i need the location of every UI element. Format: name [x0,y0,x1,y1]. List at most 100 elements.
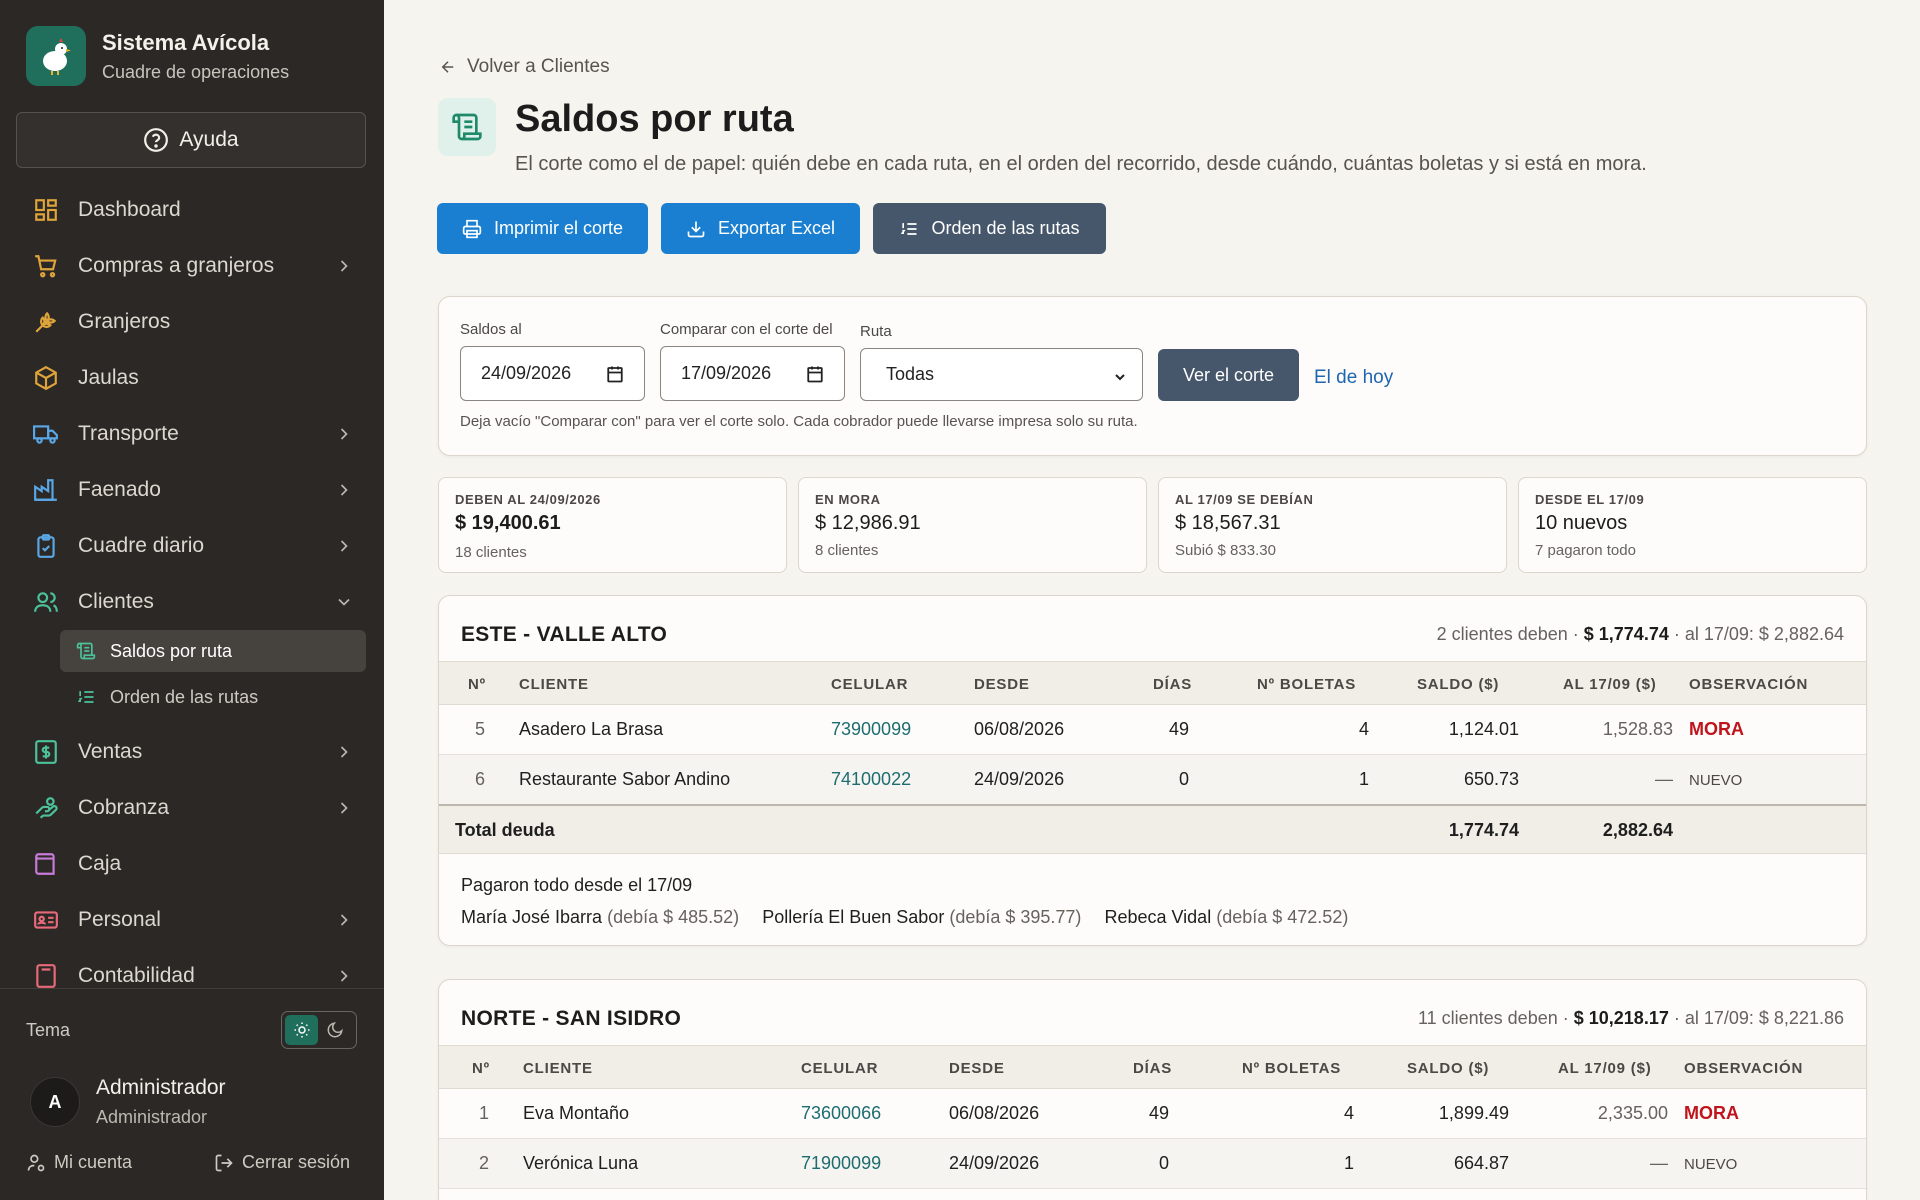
user-gear-icon [27,1154,45,1171]
nav-label: Contabilidad [78,964,195,987]
moon-icon[interactable] [318,1015,351,1045]
nav-jaulas[interactable]: Jaulas [0,350,384,406]
nav-compras[interactable]: Compras a granjeros [0,238,384,294]
sidebar: Sistema Avícola Cuadre de operaciones Ay… [0,0,384,1200]
scroll-icon [76,640,98,662]
my-account-link[interactable]: Mi cuenta [26,1152,132,1173]
export-excel-button[interactable]: Exportar Excel [661,203,860,254]
table-row[interactable]: 5 Asadero La Brasa 73900099 06/08/2026 4… [439,705,1866,755]
brand[interactable]: Sistema Avícola Cuadre de operaciones [26,26,289,86]
user-role: Administrador [96,1107,208,1127]
cell-n: 1 [479,1103,490,1123]
nav-faenado[interactable]: Faenado [0,462,384,518]
col-boletas: Nº BOLETAS [1242,1060,1342,1077]
nav-cuadre-diario[interactable]: Cuadre diario [0,518,384,574]
nav-ventas[interactable]: Ventas [0,724,384,780]
route-order-button[interactable]: Orden de las rutas [873,203,1106,254]
total-label: Total deuda [455,820,555,840]
calendar-icon[interactable] [606,365,624,383]
cell-desde: 24/09/2026 [974,769,1065,789]
chevron-right-icon [340,484,348,496]
logout-icon [215,1154,233,1171]
nav-granjeros[interactable]: Granjeros [0,294,384,350]
ver-corte-button[interactable]: Ver el corte [1158,349,1299,401]
nav-contabilidad[interactable]: Contabilidad [0,948,384,1004]
table-row[interactable]: 2 Verónica Luna 71900099 24/09/2026 0 1 … [439,1139,1866,1189]
paid-item: Pollería El Buen Sabor (debía $ 395.77) [762,907,1081,927]
factory-icon [32,476,60,504]
today-link[interactable]: El de hoy [1314,367,1393,389]
subnav-label: Orden de las rutas [110,686,259,707]
saldos-date-input[interactable]: 24/09/2026 [460,346,645,401]
nav-dashboard[interactable]: Dashboard [0,182,384,238]
cell-celular[interactable]: 73600066 [801,1103,881,1124]
help-label: Ayuda [179,128,239,151]
route-summary-prefix: 11 clientes deben · [1417,1008,1569,1028]
cell-saldo: 1,124.01 [1448,719,1519,739]
nav-caja[interactable]: Caja [0,836,384,892]
paid-name: Rebeca Vidal [1104,907,1212,927]
cell-dias: 0 [1178,769,1189,789]
paid-name: María José Ibarra [461,907,603,927]
route-summary-prefix: 2 clientes deben · [1436,624,1579,644]
paid-owed: (debía $ 395.77) [949,907,1082,927]
route-summary: 2 clientes deben · $ 1,774.74 · al 17/09… [1437,624,1844,645]
cell-boletas: 4 [1343,1103,1354,1123]
paid-owed: (debía $ 472.52) [1216,907,1349,927]
table-row[interactable]: 1 Eva Montaño 73600066 06/08/2026 49 4 1… [439,1089,1866,1139]
table-row[interactable]: 6 Restaurante Sabor Andino 74100022 24/0… [439,755,1866,805]
stat-value: $ 12,986.91 [815,512,921,534]
nav-personal[interactable]: Personal [0,892,384,948]
saldos-date-value: 24/09/2026 [481,363,572,383]
route-summary-suffix: · al 17/09: $ 8,221.86 [1673,1008,1844,1028]
printer-icon [462,219,482,238]
chevron-right-icon [340,970,348,982]
ruta-select[interactable]: Todas [860,348,1143,401]
paid-list: María José Ibarra (debía $ 485.52) Polle… [461,907,1366,928]
stat-card-debt: DEBEN AL 24/09/2026 $ 19,400.61 18 clien… [438,477,787,573]
comparar-date-input[interactable]: 17/09/2026 [660,346,845,401]
col-saldo: SALDO ($) [1407,1060,1490,1077]
nav-clientes[interactable]: Clientes [0,574,384,630]
route-card: ESTE - VALLE ALTO 2 clientes deben · $ 1… [438,595,1867,946]
back-link[interactable]: Volver a Clientes [439,56,610,78]
col-prev: AL 17/09 ($) [1563,676,1657,693]
route-card: NORTE - SAN ISIDRO 11 clientes deben · $… [438,979,1867,1200]
logout-link[interactable]: Cerrar sesión [214,1152,350,1173]
cell-cliente: Asadero La Brasa [519,719,664,739]
cell-celular[interactable]: 71900099 [801,1153,881,1174]
cell-celular[interactable]: 74100022 [831,769,911,790]
subnav-orden-rutas[interactable]: Orden de las rutas [60,676,366,718]
ruta-select-value: Todas [886,364,935,384]
nav-label: Clientes [78,590,154,613]
nav-label: Cuadre diario [78,534,205,557]
print-button[interactable]: Imprimir el corte [437,203,648,254]
col-dias: DÍAS [1133,1060,1173,1077]
nav-label: Caja [78,852,122,875]
nav-cobranza[interactable]: Cobranza [0,780,384,836]
paid-title: Pagaron todo desde el 17/09 [461,875,693,895]
calendar-icon[interactable] [806,365,824,383]
theme-toggle[interactable] [281,1011,357,1049]
col-n: Nº [468,676,486,693]
truck-icon [32,420,60,448]
col-celular: CELULAR [801,1060,879,1077]
cell-celular[interactable]: 73900099 [831,719,911,740]
nav-transporte[interactable]: Transporte [0,406,384,462]
help-button[interactable]: Ayuda [16,112,366,168]
calculator-icon [32,962,60,990]
subnav-saldos-por-ruta[interactable]: Saldos por ruta [60,630,366,672]
cart-icon [32,252,60,280]
export-label: Exportar Excel [717,218,836,238]
ruta-label: Ruta [860,323,892,340]
sun-icon[interactable] [285,1015,318,1045]
main-content: Volver a Clientes Saldos por ruta El cor… [384,0,1920,1200]
wheat-icon [32,308,60,336]
col-celular: CELULAR [831,676,909,693]
id-card-icon [32,906,60,934]
back-label: Volver a Clientes [467,56,610,77]
chevron-right-icon [340,914,348,926]
stat-label: EN MORA [815,492,881,507]
cell-prev: — [1655,769,1673,789]
wallet-icon [32,850,60,878]
